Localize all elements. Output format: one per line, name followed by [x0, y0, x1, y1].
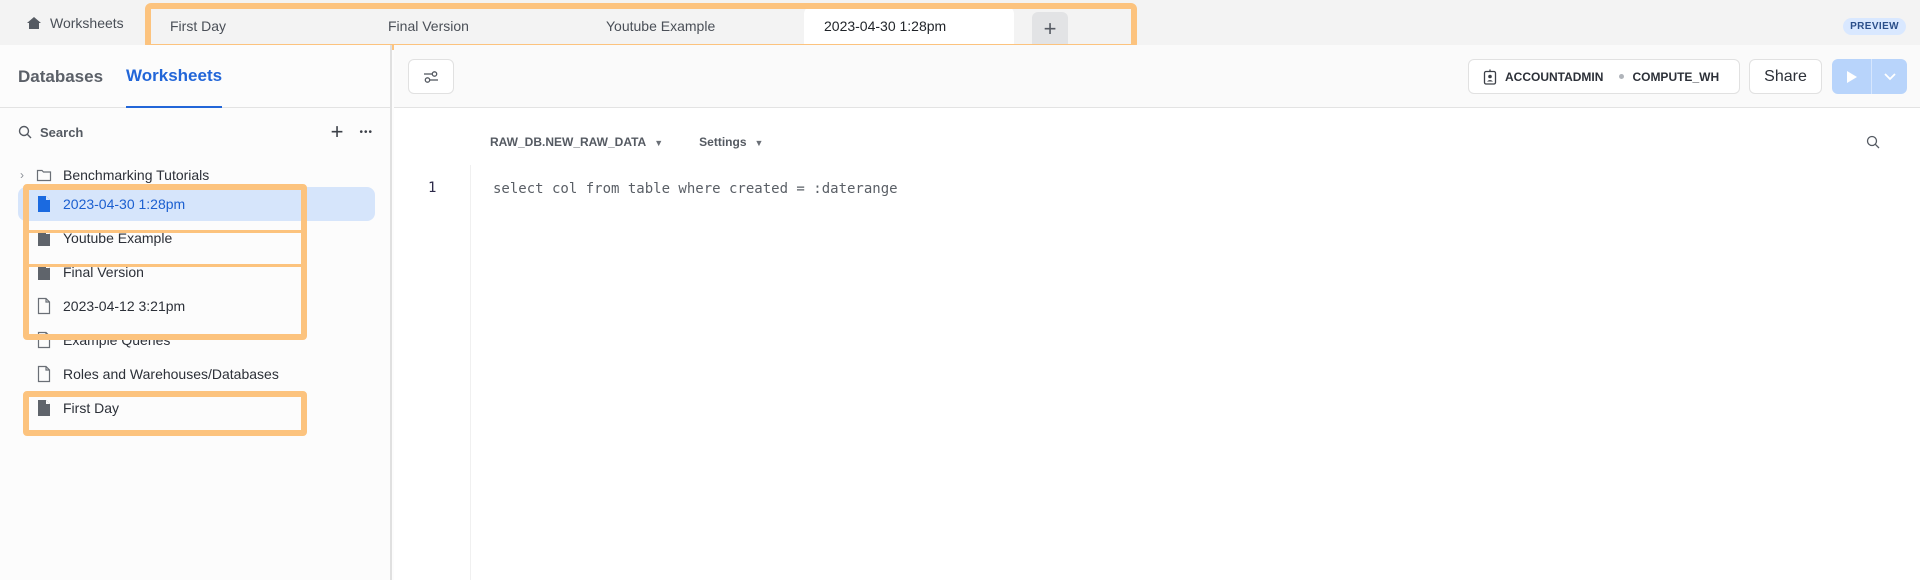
add-worksheet-button[interactable]: + [331, 119, 344, 145]
search-label: Search [40, 124, 84, 140]
worksheet-label: 2023-04-30 1:28pm [63, 196, 186, 212]
line-number: 1 [428, 180, 437, 196]
tab-final-version[interactable]: Final Version [368, 6, 586, 45]
worksheet-label: Example Queries [63, 332, 171, 348]
editor-header: RAW_DB.NEW_RAW_DATA ▼ Settings ▼ [490, 135, 763, 149]
editor-search-button[interactable] [1866, 135, 1880, 154]
worksheet-item-first-day[interactable]: First Day [18, 391, 375, 425]
worksheet-item-roles-warehouses[interactable]: Roles and Warehouses/Databases [18, 357, 375, 391]
role-badge-icon [1483, 69, 1497, 85]
worksheet-item-2023-04-30[interactable]: 2023-04-30 1:28pm [18, 187, 375, 221]
run-button-group [1832, 59, 1907, 94]
tab-label: Youtube Example [606, 17, 716, 34]
tab-label: First Day [170, 17, 226, 34]
worksheet-label: Final Version [63, 264, 144, 280]
share-button[interactable]: Share [1749, 59, 1822, 94]
tab-label: 2023-04-30 1:28pm [824, 17, 947, 34]
run-button[interactable] [1832, 59, 1872, 94]
play-icon [1846, 70, 1857, 83]
role-warehouse-selector[interactable]: ACCOUNTADMIN COMPUTE_WH [1468, 59, 1740, 94]
worksheet-item-final-version[interactable]: Final Version [18, 255, 375, 289]
filters-button[interactable] [408, 59, 454, 94]
tab-label: Final Version [388, 17, 469, 34]
worksheet-filled-icon [38, 264, 50, 280]
run-options-button[interactable] [1872, 59, 1907, 94]
sidebar-tab-databases[interactable]: Databases [18, 45, 103, 108]
database-context-dropdown[interactable]: RAW_DB.NEW_RAW_DATA ▼ [490, 135, 663, 149]
home-label: Worksheets [50, 14, 124, 31]
worksheet-tabs: First Day Final Version Youtube Example … [150, 6, 1068, 45]
tab-youtube-example[interactable]: Youtube Example [586, 6, 804, 45]
role-label: ACCOUNTADMIN [1505, 69, 1604, 84]
worksheet-label: First Day [63, 400, 119, 416]
editor-pane: ACCOUNTADMIN COMPUTE_WH Share RAW_DB.NEW… [394, 45, 1920, 580]
home-icon [27, 16, 41, 29]
folder-label: Benchmarking Tutorials [63, 167, 210, 183]
sidebar: Databases Worksheets Search + ••• › Benc… [0, 45, 392, 580]
worksheet-outline-icon [37, 365, 51, 383]
preview-badge: PREVIEW [1843, 18, 1906, 35]
tab-2023-04-30[interactable]: 2023-04-30 1:28pm [804, 6, 1014, 45]
worksheet-outline-icon [37, 297, 51, 315]
worksheet-filled-icon [38, 230, 50, 246]
worksheet-label: 2023-04-12 3:21pm [63, 298, 186, 314]
search-icon [18, 125, 32, 139]
worksheet-label: Youtube Example [63, 230, 173, 246]
add-tab-button[interactable]: + [1032, 12, 1068, 45]
settings-label: Settings [699, 135, 747, 149]
sql-code-line[interactable]: select col from table where created = :d… [493, 181, 898, 197]
folder-icon [36, 169, 52, 182]
sliders-icon [424, 70, 438, 83]
editor-toolbar: ACCOUNTADMIN COMPUTE_WH Share [394, 45, 1920, 108]
sidebar-tab-worksheets[interactable]: Worksheets [126, 45, 223, 108]
editor-gutter-divider [470, 165, 471, 580]
folder-benchmarking-tutorials[interactable]: › Benchmarking Tutorials [18, 163, 375, 187]
sidebar-tabs: Databases Worksheets [0, 45, 390, 108]
worksheet-item-youtube-example[interactable]: Youtube Example [18, 221, 375, 255]
sidebar-search[interactable]: Search + ••• [18, 119, 373, 145]
worksheet-label: Roles and Warehouses/Databases [63, 366, 279, 382]
chevron-right-icon[interactable]: › [20, 168, 24, 182]
worksheet-filled-icon [38, 196, 50, 212]
plus-icon: + [1043, 15, 1057, 41]
settings-dropdown[interactable]: Settings ▼ [699, 135, 763, 149]
top-bar: Worksheets First Day Final Version Youtu… [0, 0, 1920, 50]
tab-first-day[interactable]: First Day [150, 6, 368, 45]
worksheet-tree: › Benchmarking Tutorials 2023-04-30 1:28… [18, 163, 375, 425]
worksheet-filled-icon [38, 400, 50, 416]
separator-dot [1619, 74, 1625, 79]
home-worksheets-link[interactable]: Worksheets [26, 0, 124, 45]
search-icon [1866, 135, 1880, 149]
chevron-down-icon [1883, 72, 1896, 80]
worksheet-outline-icon [37, 331, 51, 349]
more-options-button[interactable]: ••• [359, 127, 373, 138]
worksheet-item-example-queries[interactable]: Example Queries [18, 323, 375, 357]
caret-down-icon: ▼ [654, 138, 664, 148]
caret-down-icon: ▼ [754, 138, 764, 148]
worksheet-item-2023-04-12[interactable]: 2023-04-12 3:21pm [18, 289, 375, 323]
warehouse-label: COMPUTE_WH [1632, 69, 1720, 84]
context-label: RAW_DB.NEW_RAW_DATA [490, 135, 647, 149]
